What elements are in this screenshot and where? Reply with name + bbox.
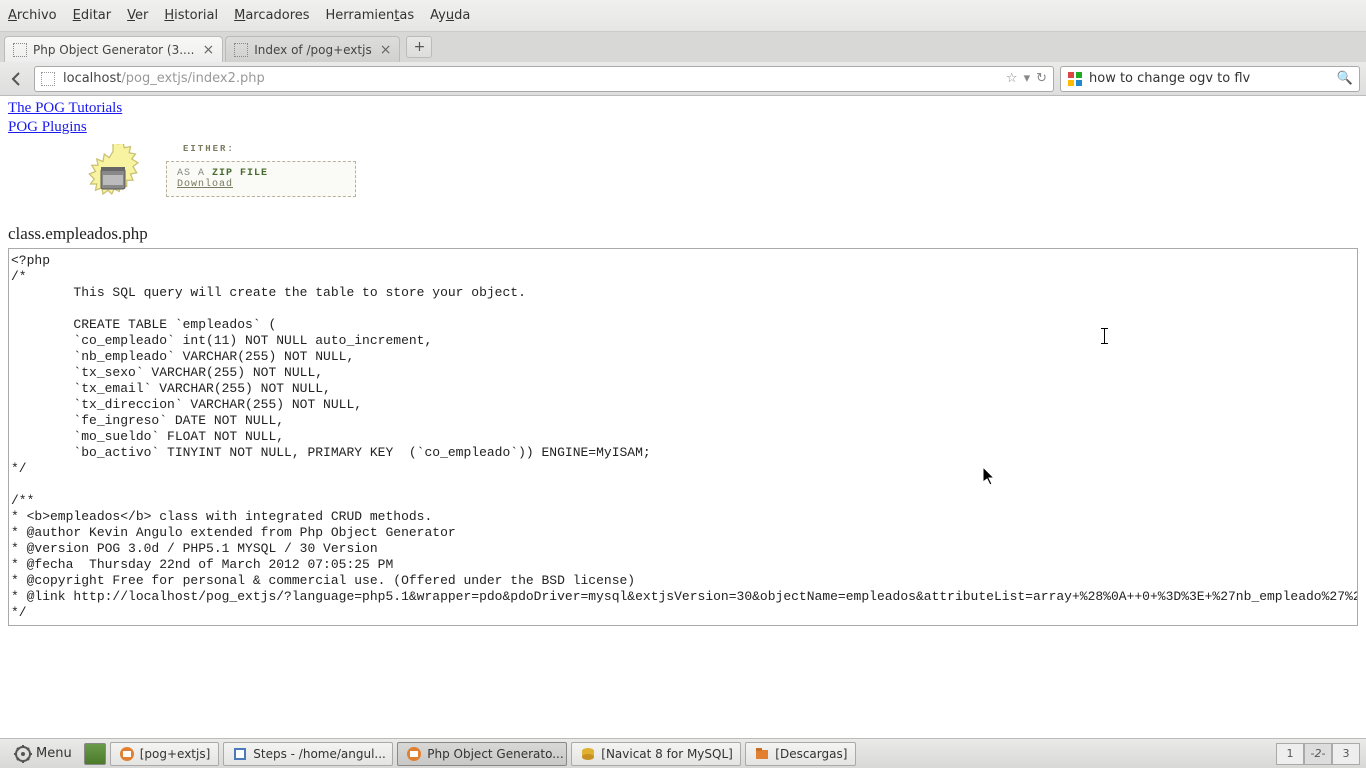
task-steps[interactable]: Steps - /home/angul... [223, 742, 393, 766]
reload-icon[interactable]: ↻ [1036, 71, 1047, 86]
close-icon[interactable]: × [203, 42, 215, 58]
menu-ver[interactable]: Ver [127, 8, 148, 23]
workspace-3[interactable]: 3 [1332, 743, 1360, 765]
task-php-object-generator[interactable]: Php Object Generato... [397, 742, 567, 766]
bookmark-star-icon[interactable]: ☆ [1006, 71, 1018, 86]
workspace-2[interactable]: -2- [1304, 743, 1332, 765]
task-pogextjs[interactable]: [pog+extjs] [110, 742, 220, 766]
page-links: The POG Tutorials POG Plugins [8, 100, 1358, 136]
taskbar: Menu [pog+extjs] Steps - /home/angul... … [0, 738, 1366, 768]
search-bar[interactable]: how to change ogv to flv 🔍 [1060, 66, 1360, 92]
menu-editar[interactable]: Editar [73, 8, 112, 23]
gear-badge-icon [78, 144, 148, 214]
tab-label: Php Object Generator (3.... [33, 43, 195, 57]
search-input[interactable]: how to change ogv to flv [1089, 71, 1337, 86]
download-link[interactable]: Download [177, 179, 233, 190]
favicon-icon [41, 72, 55, 86]
show-desktop-button[interactable] [84, 743, 106, 765]
task-descargas[interactable]: [Descargas] [745, 742, 856, 766]
search-go-icon[interactable]: 🔍 [1337, 71, 1353, 86]
page-content: The POG Tutorials POG Plugins EITHER: AS… [0, 96, 1366, 738]
menu-herramientas[interactable]: Herramientas [326, 8, 415, 23]
favicon-icon [234, 43, 248, 57]
browser-toolbar: localhost/pog_extjs/index2.php ☆ ▾ ↻ how… [0, 62, 1366, 96]
dropdown-icon[interactable]: ▾ [1024, 71, 1031, 86]
tab-pog[interactable]: Php Object Generator (3.... × [4, 36, 223, 62]
tab-label: Index of /pog+extjs [254, 43, 371, 57]
link-plugins[interactable]: POG Plugins [8, 119, 87, 136]
google-icon [1067, 71, 1083, 87]
menu-button[interactable]: Menu [6, 743, 80, 765]
url-text: localhost/pog_extjs/index2.php [63, 71, 1006, 86]
menu-historial[interactable]: Historial [164, 8, 218, 23]
workspace-pager: 1 -2- 3 [1276, 743, 1360, 765]
menu-ayuda[interactable]: Ayuda [430, 8, 470, 23]
back-button[interactable] [6, 68, 28, 90]
download-card: EITHER: AS A ZIP FILE Download [166, 161, 356, 197]
menu-marcadores[interactable]: Marcadores [234, 8, 309, 23]
close-icon[interactable]: × [380, 42, 392, 58]
workspace-1[interactable]: 1 [1276, 743, 1304, 765]
either-label: EITHER: [183, 144, 235, 154]
link-tutorials[interactable]: The POG Tutorials [8, 100, 122, 117]
download-box: EITHER: AS A ZIP FILE Download [78, 144, 1358, 214]
class-filename: class.empleados.php [8, 224, 1358, 244]
menu-archivo[interactable]: Archivo [8, 8, 57, 23]
code-box[interactable]: <?php /* This SQL query will create the … [8, 248, 1358, 626]
url-bar[interactable]: localhost/pog_extjs/index2.php ☆ ▾ ↻ [34, 66, 1054, 92]
os-menubar: Archivo Editar Ver Historial Marcadores … [0, 0, 1366, 32]
text-cursor [1104, 328, 1105, 344]
task-navicat[interactable]: [Navicat 8 for MySQL] [571, 742, 741, 766]
new-tab-button[interactable]: + [406, 36, 432, 58]
tab-index[interactable]: Index of /pog+extjs × [225, 36, 400, 62]
favicon-icon [13, 43, 27, 57]
browser-tabbar: Php Object Generator (3.... × Index of /… [0, 32, 1366, 62]
